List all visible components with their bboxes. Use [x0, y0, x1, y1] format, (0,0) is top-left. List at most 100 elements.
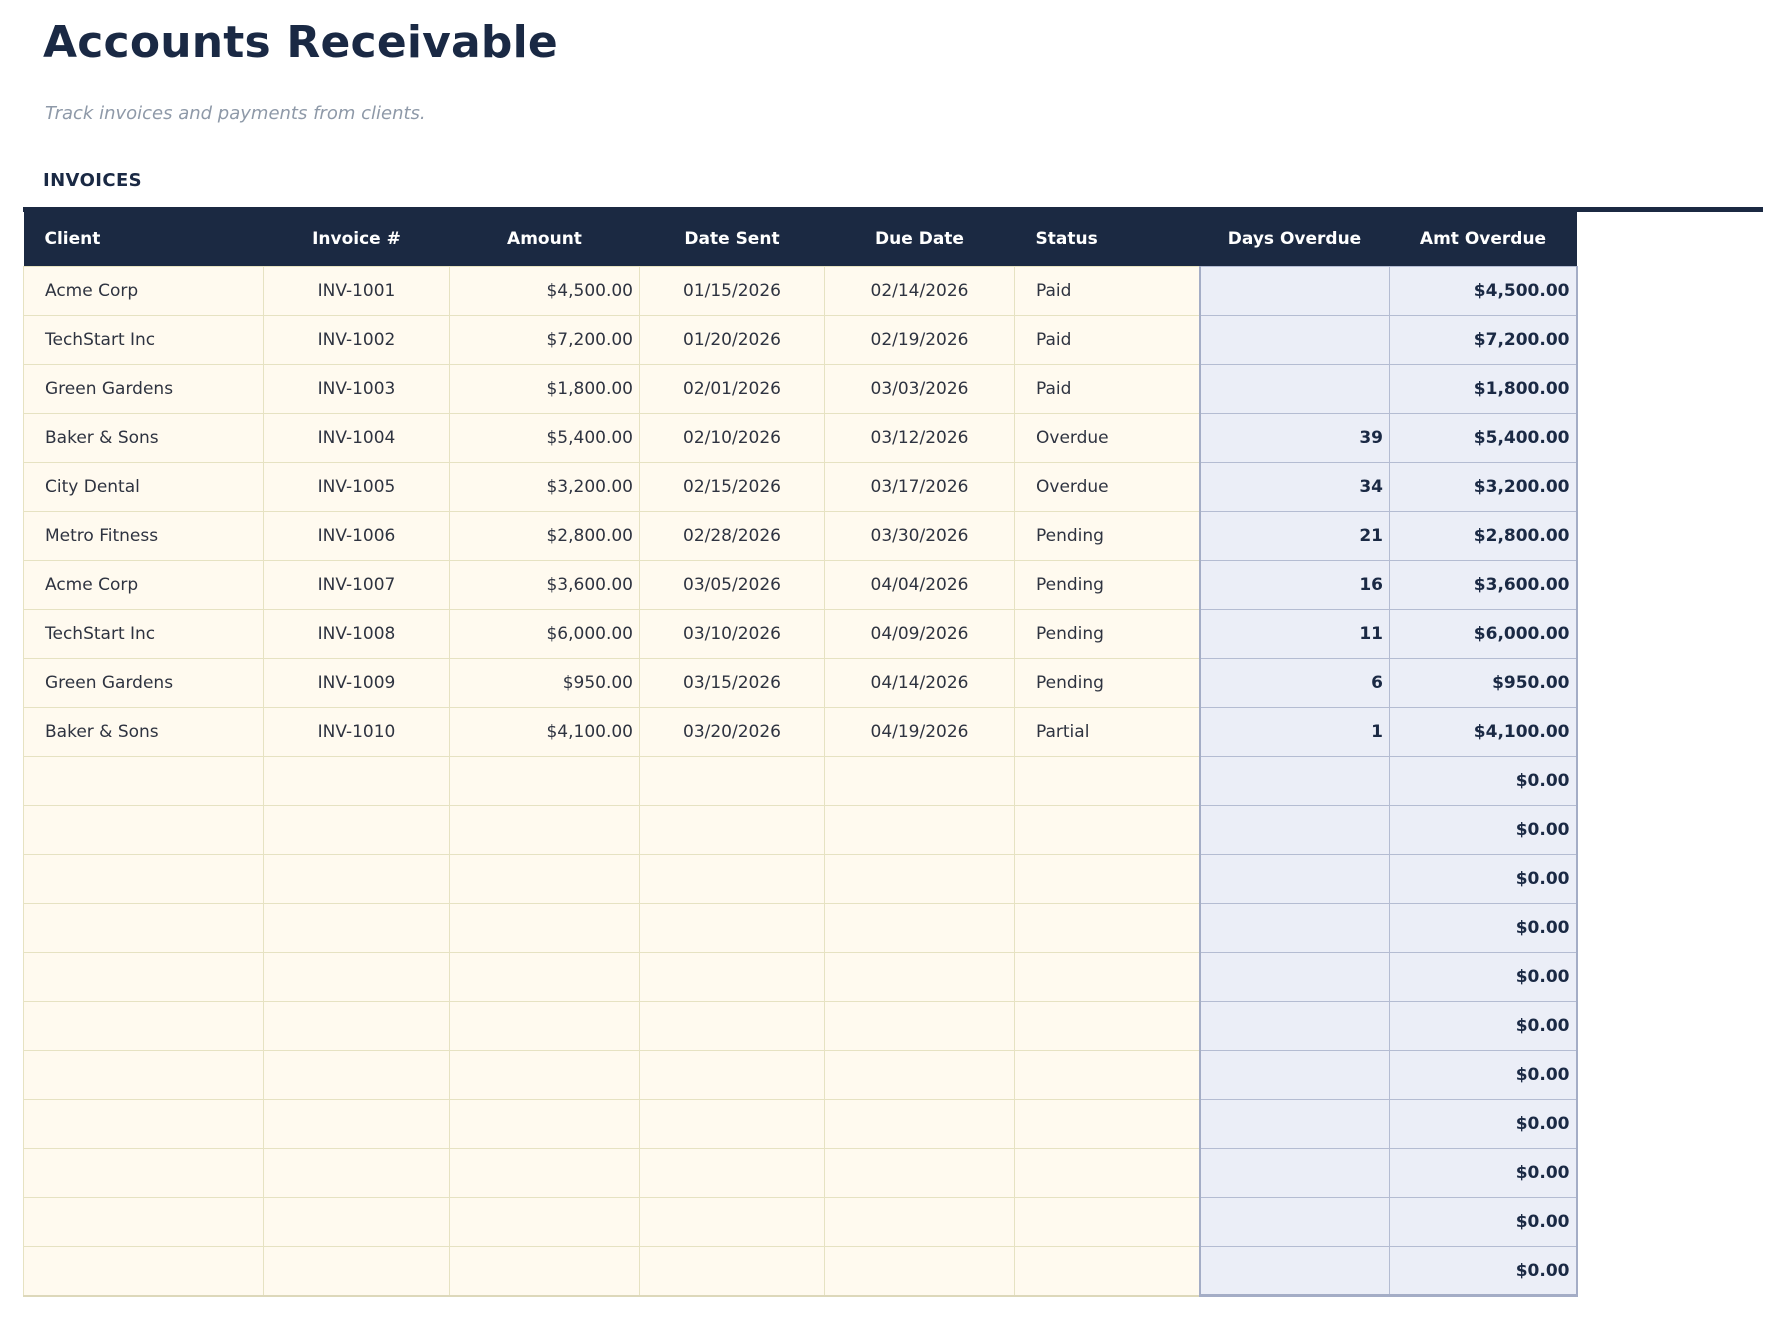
cell-amount — [449, 854, 640, 905]
cell-client — [23, 903, 264, 954]
cell-due_date: 03/12/2026 — [824, 413, 1015, 464]
cell-due_date — [824, 805, 1015, 856]
cell-amt_overdue: $0.00 — [1389, 903, 1578, 954]
cell-status — [1014, 1001, 1200, 1052]
cell-status — [1014, 805, 1200, 856]
cell-status — [1014, 756, 1200, 807]
cell-status — [1014, 952, 1200, 1003]
cell-amount: $4,500.00 — [449, 266, 640, 317]
column-header-status: Status — [1014, 211, 1200, 267]
cell-status — [1014, 1099, 1200, 1150]
cell-days_overdue: 39 — [1198, 413, 1390, 464]
column-header-invoice: Invoice # — [263, 211, 450, 267]
cell-due_date — [824, 952, 1015, 1003]
cell-amount: $3,200.00 — [449, 462, 640, 513]
cell-amt_overdue: $4,100.00 — [1389, 707, 1578, 758]
cell-amt_overdue: $7,200.00 — [1389, 315, 1578, 366]
cell-status: Pending — [1014, 658, 1200, 709]
empty-table-row: $0.00 — [23, 1148, 1578, 1199]
cell-date_sent — [639, 854, 825, 905]
cell-amount — [449, 1197, 640, 1248]
cell-due_date: 03/17/2026 — [824, 462, 1015, 513]
cell-status: Pending — [1014, 560, 1200, 611]
empty-table-row: $0.00 — [23, 952, 1578, 1003]
cell-due_date — [824, 1148, 1015, 1199]
cell-days_overdue — [1198, 1197, 1390, 1248]
table-row: Green Gardens INV-1009 $950.00 03/15/2026 04… — [23, 658, 1578, 709]
cell-date_sent: 02/10/2026 — [639, 413, 825, 464]
cell-invoice: INV-1006 — [263, 511, 450, 562]
column-header-date_sent: Date Sent — [639, 211, 825, 267]
empty-table-row: $0.00 — [23, 854, 1578, 905]
cell-amt_overdue: $3,200.00 — [1389, 462, 1578, 513]
cell-amt_overdue: $0.00 — [1389, 1148, 1578, 1199]
cell-amount — [449, 1099, 640, 1150]
cell-invoice — [263, 1050, 450, 1101]
cell-amt_overdue: $4,500.00 — [1389, 266, 1578, 317]
cell-date_sent — [639, 1099, 825, 1150]
cell-date_sent — [639, 952, 825, 1003]
cell-invoice — [263, 805, 450, 856]
cell-invoice — [263, 952, 450, 1003]
cell-status: Partial — [1014, 707, 1200, 758]
cell-date_sent — [639, 1148, 825, 1199]
cell-days_overdue: 11 — [1198, 609, 1390, 660]
cell-client: Acme Corp — [23, 266, 264, 317]
cell-date_sent — [639, 1050, 825, 1101]
cell-client — [23, 756, 264, 807]
empty-table-row: $0.00 — [23, 756, 1578, 807]
cell-date_sent: 03/10/2026 — [639, 609, 825, 660]
cell-client — [23, 805, 264, 856]
cell-client — [23, 952, 264, 1003]
column-header-due_date: Due Date — [824, 211, 1015, 267]
cell-amount — [449, 1246, 640, 1297]
cell-status — [1014, 1246, 1200, 1297]
cell-days_overdue: 34 — [1198, 462, 1390, 513]
cell-due_date — [824, 1099, 1015, 1150]
empty-table-row: $0.00 — [23, 805, 1578, 856]
cell-client: Baker & Sons — [23, 707, 264, 758]
invoices-table: Client Invoice # Amount Date Sent Due Date St… — [23, 211, 1578, 1298]
cell-days_overdue — [1198, 1148, 1390, 1199]
cell-days_overdue — [1198, 266, 1390, 317]
cell-date_sent: 03/20/2026 — [639, 707, 825, 758]
column-header-amount: Amount — [449, 211, 640, 267]
cell-client: TechStart Inc — [23, 609, 264, 660]
empty-table-row: $0.00 — [23, 1197, 1578, 1248]
cell-invoice: INV-1008 — [263, 609, 450, 660]
cell-days_overdue: 16 — [1198, 560, 1390, 611]
cell-due_date — [824, 1001, 1015, 1052]
cell-status — [1014, 903, 1200, 954]
cell-client — [23, 854, 264, 905]
cell-date_sent — [639, 805, 825, 856]
cell-amount — [449, 952, 640, 1003]
cell-due_date: 02/19/2026 — [824, 315, 1015, 366]
empty-table-row: $0.00 — [23, 1246, 1578, 1298]
cell-amount: $3,600.00 — [449, 560, 640, 611]
cell-days_overdue — [1198, 1050, 1390, 1101]
cell-amt_overdue: $0.00 — [1389, 1001, 1578, 1052]
cell-status: Paid — [1014, 315, 1200, 366]
cell-amt_overdue: $0.00 — [1389, 952, 1578, 1003]
cell-amt_overdue: $0.00 — [1389, 854, 1578, 905]
cell-date_sent: 01/20/2026 — [639, 315, 825, 366]
cell-days_overdue — [1198, 756, 1390, 807]
cell-invoice: INV-1003 — [263, 364, 450, 415]
cell-client: Green Gardens — [23, 364, 264, 415]
table-row: Baker & Sons INV-1004 $5,400.00 02/10/2026 0… — [23, 413, 1578, 464]
cell-date_sent — [639, 1001, 825, 1052]
cell-client: Baker & Sons — [23, 413, 264, 464]
cell-status: Paid — [1014, 266, 1200, 317]
page-subtitle: Track invoices and payments from clients… — [45, 102, 426, 124]
empty-table-row: $0.00 — [23, 1001, 1578, 1052]
cell-status: Pending — [1014, 609, 1200, 660]
table-row: City Dental INV-1005 $3,200.00 02/15/2026 03… — [23, 462, 1578, 513]
cell-status — [1014, 1050, 1200, 1101]
cell-amt_overdue: $950.00 — [1389, 658, 1578, 709]
cell-amount: $950.00 — [449, 658, 640, 709]
cell-amount — [449, 805, 640, 856]
cell-client — [23, 1099, 264, 1150]
cell-due_date — [824, 1197, 1015, 1248]
cell-invoice: INV-1004 — [263, 413, 450, 464]
cell-invoice — [263, 1197, 450, 1248]
